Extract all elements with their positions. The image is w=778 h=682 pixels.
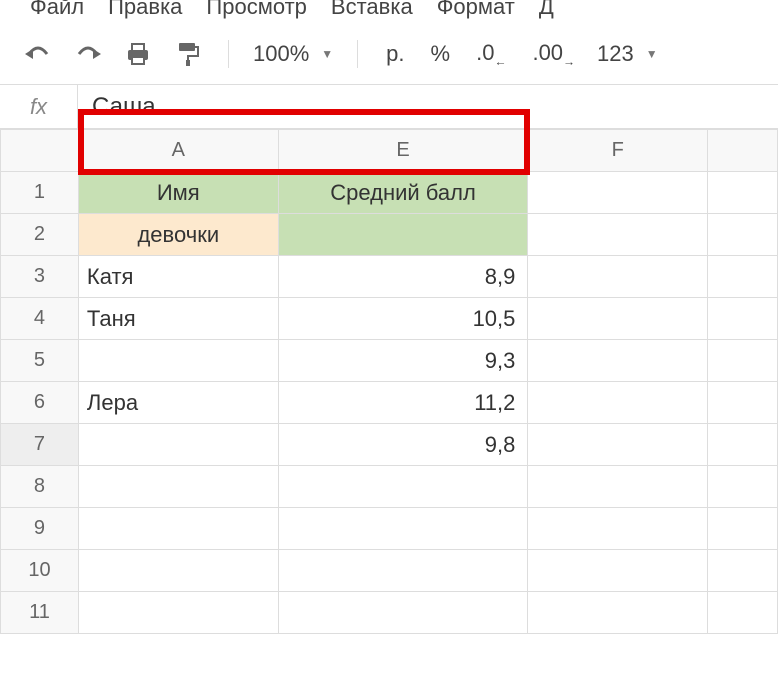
cell[interactable]: [78, 550, 278, 592]
chevron-down-icon: ▼: [321, 47, 333, 61]
column-header-F[interactable]: F: [528, 130, 708, 172]
row-header[interactable]: 10: [1, 550, 79, 592]
cell[interactable]: [278, 466, 528, 508]
cell[interactable]: [708, 508, 778, 550]
menu-insert[interactable]: Вставка: [331, 0, 413, 20]
currency-button[interactable]: р.: [382, 41, 408, 67]
zoom-value: 100%: [253, 41, 309, 67]
menu-format[interactable]: Формат: [437, 0, 515, 20]
decrease-decimal-button[interactable]: .0←: [472, 40, 510, 68]
cell-A2[interactable]: девочки: [78, 214, 278, 256]
cell-F1[interactable]: [528, 172, 708, 214]
cell-G2[interactable]: [708, 214, 778, 256]
cell[interactable]: [278, 550, 528, 592]
row-header[interactable]: 11: [1, 592, 79, 634]
cell-G5[interactable]: [708, 340, 778, 382]
row-header[interactable]: 9: [1, 508, 79, 550]
cell-F3[interactable]: [528, 256, 708, 298]
cell[interactable]: [78, 466, 278, 508]
cell-F2[interactable]: [528, 214, 708, 256]
row-header[interactable]: 4: [1, 298, 79, 340]
paint-roller-icon: [177, 42, 199, 66]
menu-edit[interactable]: Правка: [108, 0, 182, 20]
row-header[interactable]: 2: [1, 214, 79, 256]
menu-view[interactable]: Просмотр: [206, 0, 306, 20]
menu-data[interactable]: Д: [539, 0, 554, 20]
percent-button[interactable]: %: [427, 41, 455, 67]
print-button[interactable]: [122, 38, 154, 70]
toolbar-separator: [228, 40, 229, 68]
row-header[interactable]: 8: [1, 466, 79, 508]
fx-label: fx: [0, 85, 78, 128]
formula-input[interactable]: [78, 85, 778, 128]
menu-file[interactable]: Файл: [30, 0, 84, 20]
cell[interactable]: [708, 592, 778, 634]
cell-E6[interactable]: 11,2: [278, 382, 528, 424]
cell-A1[interactable]: Имя: [78, 172, 278, 214]
column-header-A[interactable]: A: [78, 130, 278, 172]
paint-format-button[interactable]: [172, 38, 204, 70]
chevron-down-icon: ▼: [646, 47, 658, 61]
spreadsheet-grid[interactable]: A E F 1 Имя Средний балл 2 девочки 3 Кат…: [0, 129, 778, 634]
cell[interactable]: [708, 550, 778, 592]
cell-E7[interactable]: 9,8: [278, 424, 528, 466]
menubar: Файл Правка Просмотр Вставка Формат Д: [0, 0, 778, 30]
cell-E3[interactable]: 8,9: [278, 256, 528, 298]
cell-E2[interactable]: [278, 214, 528, 256]
column-header-E[interactable]: E: [278, 130, 528, 172]
zoom-dropdown[interactable]: 100% ▼: [253, 41, 333, 67]
row-header[interactable]: 7: [1, 424, 79, 466]
cell[interactable]: [278, 508, 528, 550]
cell-A3[interactable]: Катя: [78, 256, 278, 298]
row-header[interactable]: 6: [1, 382, 79, 424]
cell-A4[interactable]: Таня: [78, 298, 278, 340]
cell-A7[interactable]: [78, 424, 278, 466]
formula-bar: fx: [0, 85, 778, 129]
cell[interactable]: [78, 508, 278, 550]
column-header-next[interactable]: [708, 130, 778, 172]
cell[interactable]: [278, 592, 528, 634]
cell[interactable]: [528, 466, 708, 508]
number-format-dropdown[interactable]: 123 ▼: [597, 41, 658, 67]
cell[interactable]: [528, 592, 708, 634]
cell-E4[interactable]: 10,5: [278, 298, 528, 340]
cell[interactable]: [708, 466, 778, 508]
cell-A5[interactable]: [78, 340, 278, 382]
toolbar-separator: [357, 40, 358, 68]
cell[interactable]: [528, 550, 708, 592]
toolbar: 100% ▼ р. % .0← .00→ 123 ▼: [0, 30, 778, 85]
undo-icon: [25, 44, 51, 64]
cell[interactable]: [78, 592, 278, 634]
redo-icon: [75, 44, 101, 64]
cell-G1[interactable]: [708, 172, 778, 214]
cell-A6[interactable]: Лера: [78, 382, 278, 424]
print-icon: [126, 43, 150, 65]
cell-G7[interactable]: [708, 424, 778, 466]
redo-button[interactable]: [72, 38, 104, 70]
row-header[interactable]: 3: [1, 256, 79, 298]
row-header[interactable]: 5: [1, 340, 79, 382]
increase-decimal-button[interactable]: .00→: [528, 40, 579, 68]
cell-G4[interactable]: [708, 298, 778, 340]
cell-F7[interactable]: [528, 424, 708, 466]
cell-E5[interactable]: 9,3: [278, 340, 528, 382]
cell-G3[interactable]: [708, 256, 778, 298]
cell-F4[interactable]: [528, 298, 708, 340]
cell-E1[interactable]: Средний балл: [278, 172, 528, 214]
row-header[interactable]: 1: [1, 172, 79, 214]
cell-F6[interactable]: [528, 382, 708, 424]
undo-button[interactable]: [22, 38, 54, 70]
select-all-corner[interactable]: [1, 130, 79, 172]
cell[interactable]: [528, 508, 708, 550]
cell-G6[interactable]: [708, 382, 778, 424]
cell-F5[interactable]: [528, 340, 708, 382]
